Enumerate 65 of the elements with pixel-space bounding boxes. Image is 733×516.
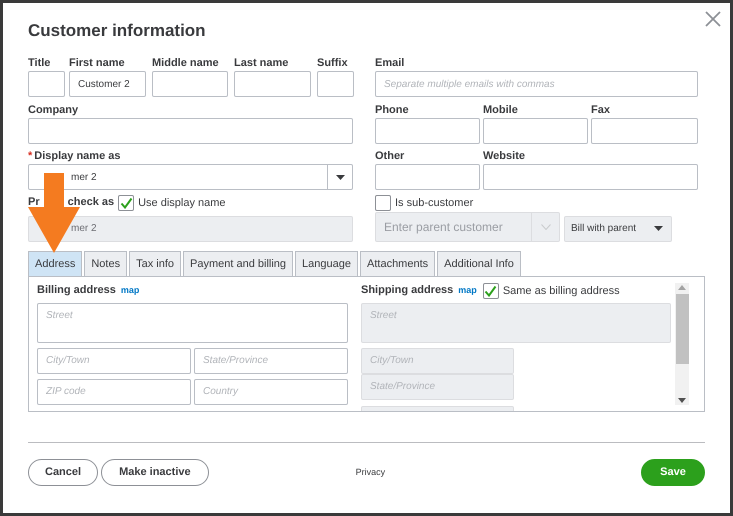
field-label: Suffix — [317, 56, 349, 71]
address-field[interactable]: ZIP code — [37, 378, 191, 405]
placeholder-text: Enter parent customer — [383, 218, 503, 236]
tab[interactable]: Address — [28, 250, 82, 276]
tab[interactable]: Notes — [84, 250, 128, 276]
close-icon[interactable] — [705, 11, 721, 27]
field-label: Fax — [591, 102, 611, 118]
section-title: Billing address — [37, 283, 116, 298]
field-label: check as — [68, 195, 114, 210]
company-field[interactable] — [28, 118, 353, 144]
field-label: First name — [69, 56, 126, 71]
checkbox-label: Use display name — [138, 196, 226, 210]
text-field[interactable] — [483, 164, 698, 190]
chevron-icon[interactable] — [540, 224, 550, 230]
phone-field[interactable] — [375, 118, 480, 144]
required-mark: * — [28, 149, 32, 164]
field-value: mer 2 — [71, 222, 97, 236]
cancel-button[interactable]: Cancel — [28, 458, 98, 486]
field-label: Website — [483, 149, 526, 164]
text-field[interactable] — [28, 71, 65, 97]
field-label: Pr — [28, 195, 40, 210]
field-label: Other — [375, 149, 406, 164]
address-field[interactable]: City/Town — [37, 348, 191, 374]
tab[interactable]: Additional Info — [437, 250, 521, 276]
field-label: Title — [28, 56, 52, 71]
field-value: mer 2 — [71, 170, 97, 184]
phone-field[interactable] — [483, 118, 588, 144]
phone-field[interactable] — [591, 118, 698, 144]
address-field[interactable]: State/Province — [194, 348, 348, 374]
text-field[interactable] — [317, 71, 354, 97]
checkbox[interactable] — [375, 194, 391, 211]
text-field[interactable] — [152, 71, 228, 97]
checkbox-label: Same as billing address — [502, 284, 620, 298]
field-label: Mobile — [483, 102, 519, 118]
email-field[interactable]: Separate multiple emails with commas — [375, 71, 698, 97]
tab[interactable]: Payment and billing — [183, 250, 294, 276]
address-field[interactable]: Country — [194, 378, 348, 405]
checkbox[interactable] — [482, 282, 499, 299]
field-label: Last name — [234, 56, 290, 71]
bill-select[interactable]: Bill with parent — [564, 216, 672, 242]
tab[interactable]: Language — [295, 250, 358, 276]
tab[interactable]: Tax info — [129, 250, 182, 276]
scroll-down-icon[interactable] — [678, 398, 686, 403]
street-field[interactable]: Street — [37, 302, 348, 343]
caret-icon[interactable] — [654, 226, 663, 232]
field-label: Display name as — [34, 149, 120, 164]
field-label: Middle name — [152, 56, 220, 71]
dialog-title: Customer information — [28, 20, 207, 42]
scroll-up-icon[interactable] — [678, 284, 686, 290]
section-title: Shipping address — [361, 283, 454, 298]
map-link[interactable]: map — [120, 284, 140, 298]
privacy-link[interactable]: Privacy — [356, 466, 386, 479]
scrollbar[interactable] — [675, 282, 689, 405]
field-label: Email — [375, 56, 406, 71]
tab[interactable]: Attachments — [360, 250, 436, 276]
caret-icon[interactable] — [336, 174, 344, 180]
field-label: Company — [28, 102, 80, 118]
text-field[interactable] — [234, 71, 311, 97]
field-label: Phone — [375, 102, 410, 118]
field-value: Bill with parent — [571, 222, 636, 236]
map-link[interactable]: map — [458, 284, 477, 298]
display-name-select[interactable]: mer 2 — [28, 164, 353, 190]
checkbox-label: Is sub-customer — [395, 196, 474, 210]
text-field[interactable] — [375, 164, 480, 190]
text-field[interactable]: Customer 2 — [69, 71, 146, 97]
